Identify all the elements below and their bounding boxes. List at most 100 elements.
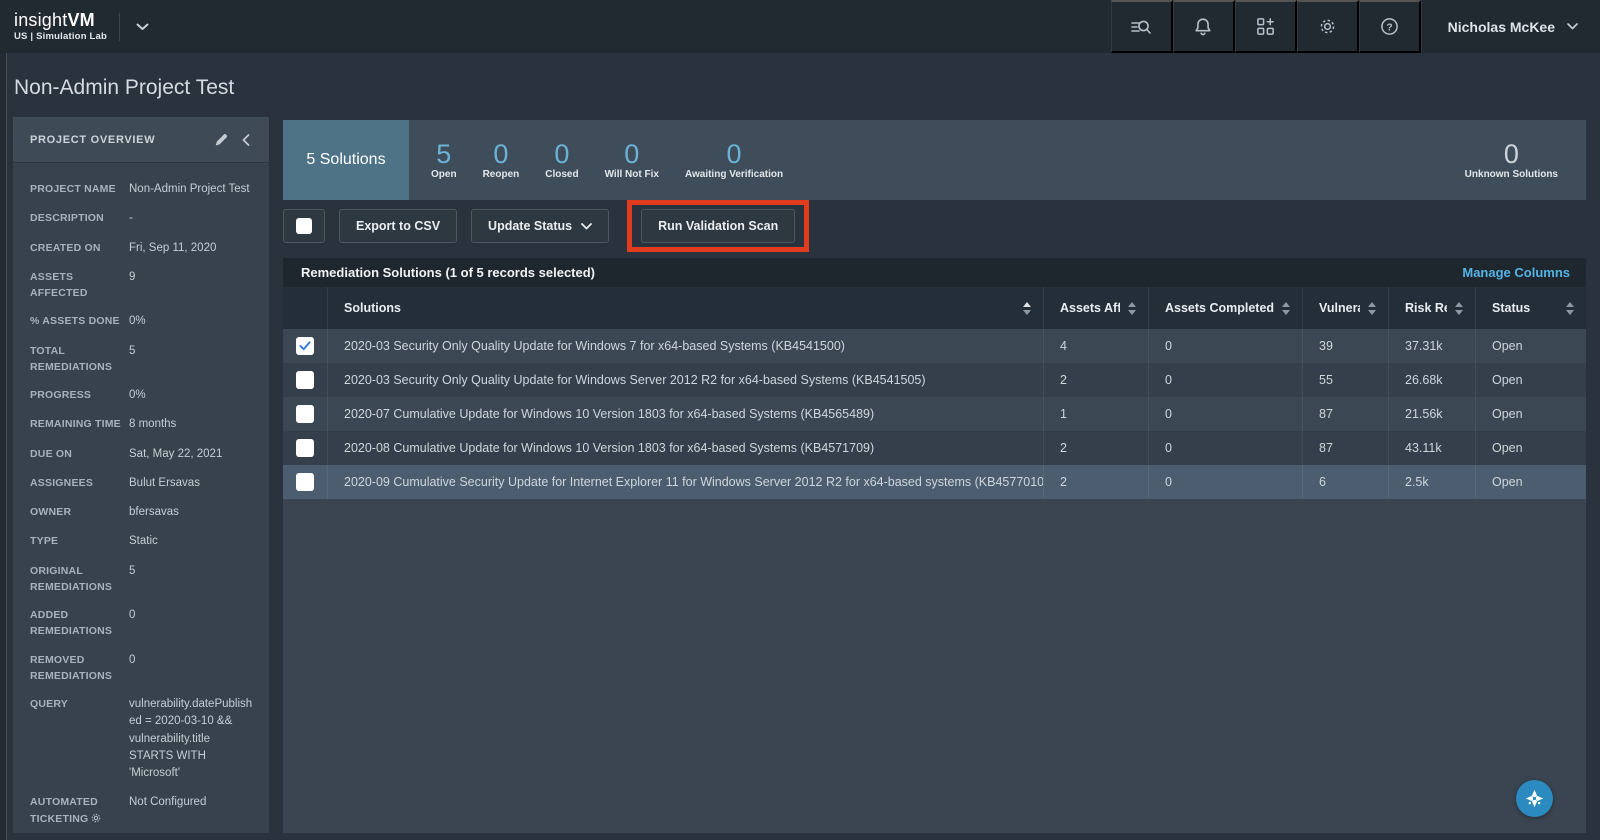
solutions-count-label: 5 Solutions xyxy=(306,151,385,169)
chevron-down-icon xyxy=(1567,23,1578,30)
chevron-down-icon xyxy=(136,23,149,31)
svg-text:?: ? xyxy=(1386,22,1392,33)
settings-button[interactable] xyxy=(1297,0,1359,53)
status-badge: Open xyxy=(1475,329,1586,363)
status-badge: Open xyxy=(1475,397,1586,431)
table-title: Remediation Solutions (1 of 5 records se… xyxy=(301,265,1462,280)
column-header-risk-reduced[interactable]: Risk Red... xyxy=(1388,287,1475,329)
project-overview-panel: PROJECT OVERVIEW PROJECT NAME Non-Admin … xyxy=(13,117,269,833)
sort-icon xyxy=(1015,302,1031,315)
chevron-left-icon xyxy=(242,134,250,146)
status-badge: Open xyxy=(1475,431,1586,465)
stat-closed: 0 Closed xyxy=(545,140,578,180)
field-automated-ticketing: AUTOMATED TICKETING Not Configured xyxy=(30,794,255,827)
red-annotation-highlight: Run Validation Scan xyxy=(627,200,809,252)
logo-brand: insight xyxy=(14,10,67,30)
update-status-button[interactable]: Update Status xyxy=(471,209,609,243)
app-logo: insightVM US | Simulation Lab xyxy=(0,0,155,53)
field-type: TYPE Static xyxy=(30,533,255,550)
field-assignees: ASSIGNEES Bulut Ersavas xyxy=(30,475,255,492)
sort-icon xyxy=(1360,302,1376,315)
help-circle-icon: ? xyxy=(1380,17,1399,36)
solutions-summary-bar: 5 Solutions 5 Open 0 Reopen 0 Closed 0 W… xyxy=(283,120,1586,200)
table-row-highlighted[interactable]: 2020-09 Cumulative Security Update for I… xyxy=(283,465,1586,499)
row-checkbox[interactable] xyxy=(296,473,314,491)
column-header-assets-completed[interactable]: Assets Completed xyxy=(1148,287,1302,329)
sort-icon xyxy=(1558,302,1574,315)
field-project-name: PROJECT NAME Non-Admin Project Test xyxy=(30,181,255,198)
logo-product: VM xyxy=(67,10,94,30)
status-badge: Open xyxy=(1475,363,1586,397)
table-row[interactable]: 2020-03 Security Only Quality Update for… xyxy=(283,329,1586,363)
rapid7-beacon-button[interactable] xyxy=(1516,780,1553,817)
pencil-icon xyxy=(215,133,228,146)
row-checkbox[interactable] xyxy=(296,371,314,389)
manage-columns-link[interactable]: Manage Columns xyxy=(1462,265,1570,280)
stat-reopen: 0 Reopen xyxy=(483,140,520,180)
help-button[interactable]: ? xyxy=(1359,0,1421,53)
checkbox-icon xyxy=(296,218,312,234)
sort-icon xyxy=(1447,302,1463,315)
solutions-toolbar: Export to CSV Update Status Run Validati… xyxy=(283,209,809,243)
field-progress: PROGRESS 0% xyxy=(30,387,255,404)
field-removed-remediations: REMOVED REMEDIATIONS 0 xyxy=(30,652,255,685)
field-query: QUERY vulnerability.datePublished = 2020… xyxy=(30,696,255,782)
select-all-checkbox[interactable] xyxy=(283,209,325,243)
product-switcher-button[interactable] xyxy=(130,17,155,37)
column-header-solutions[interactable]: Solutions xyxy=(327,287,1043,329)
field-remaining-time: REMAINING TIME 8 months xyxy=(30,416,255,433)
field-original-remediations: ORIGINAL REMEDIATIONS 5 xyxy=(30,563,255,596)
sort-icon xyxy=(1120,302,1136,315)
bell-icon xyxy=(1194,17,1212,36)
field-description: DESCRIPTION - xyxy=(30,210,255,227)
chevron-down-icon xyxy=(581,223,592,230)
topbar-spacer xyxy=(155,0,1111,53)
notifications-button[interactable] xyxy=(1173,0,1235,53)
run-validation-scan-button[interactable]: Run Validation Scan xyxy=(641,209,795,243)
check-icon xyxy=(300,342,309,349)
search-icon xyxy=(1130,18,1152,36)
status-badge: Open xyxy=(1475,465,1586,499)
column-header-vulnerabilities[interactable]: Vulnerab... xyxy=(1302,287,1388,329)
search-button[interactable] xyxy=(1111,0,1173,53)
user-menu[interactable]: Nicholas McKee xyxy=(1421,0,1600,53)
stat-will-not-fix: 0 Will Not Fix xyxy=(605,140,659,180)
user-name: Nicholas McKee xyxy=(1448,19,1555,35)
logo-subtitle: US | Simulation Lab xyxy=(14,31,107,42)
column-header-status[interactable]: Status xyxy=(1475,287,1586,329)
sort-icon xyxy=(1274,302,1290,315)
field-owner: OWNER bfersavas xyxy=(30,504,255,521)
stat-unknown-solutions: 0 Unknown Solutions xyxy=(1465,140,1586,180)
status-stats: 5 Open 0 Reopen 0 Closed 0 Will Not Fix … xyxy=(409,120,783,200)
panel-title: PROJECT OVERVIEW xyxy=(30,134,208,146)
field-added-remediations: ADDED REMEDIATIONS 0 xyxy=(30,607,255,640)
field-percent-assets-done: % ASSETS DONE 0% xyxy=(30,313,255,330)
row-checkbox[interactable] xyxy=(296,405,314,423)
snowflake-star-icon xyxy=(1524,788,1545,809)
table-row[interactable]: 2020-03 Security Only Quality Update for… xyxy=(283,363,1586,397)
solutions-count-tile[interactable]: 5 Solutions xyxy=(283,120,409,200)
logo-text: insightVM US | Simulation Lab xyxy=(14,11,107,42)
collapsed-nav-rail[interactable] xyxy=(0,53,7,840)
apps-button[interactable] xyxy=(1235,0,1297,53)
header-checkbox-cell xyxy=(283,287,327,329)
field-assets-affected: ASSETS AFFECTED 9 xyxy=(30,269,255,302)
project-overview-fields: PROJECT NAME Non-Admin Project Test DESC… xyxy=(13,163,269,827)
page-title: Non-Admin Project Test xyxy=(14,76,234,100)
column-header-assets-affected[interactable]: Assets Affec... xyxy=(1043,287,1148,329)
field-created-on: CREATED ON Fri, Sep 11, 2020 xyxy=(30,240,255,257)
row-checkbox[interactable] xyxy=(296,439,314,457)
row-checkbox-checked[interactable] xyxy=(296,337,314,355)
table-row[interactable]: 2020-07 Cumulative Update for Windows 10… xyxy=(283,397,1586,431)
field-total-remediations: TOTAL REMEDIATIONS 5 xyxy=(30,343,255,376)
table-row[interactable]: 2020-08 Cumulative Update for Windows 10… xyxy=(283,431,1586,465)
export-to-csv-button[interactable]: Export to CSV xyxy=(339,209,457,243)
project-overview-header: PROJECT OVERVIEW xyxy=(13,117,269,163)
stat-open: 5 Open xyxy=(431,140,457,180)
edit-project-button[interactable] xyxy=(208,129,235,150)
remediation-solutions-card: Remediation Solutions (1 of 5 records se… xyxy=(283,258,1586,833)
table-title-bar: Remediation Solutions (1 of 5 records se… xyxy=(283,258,1586,287)
collapse-panel-button[interactable] xyxy=(235,130,257,150)
topbar: insightVM US | Simulation Lab xyxy=(0,0,1600,53)
ticketing-gear-icon xyxy=(91,813,101,823)
